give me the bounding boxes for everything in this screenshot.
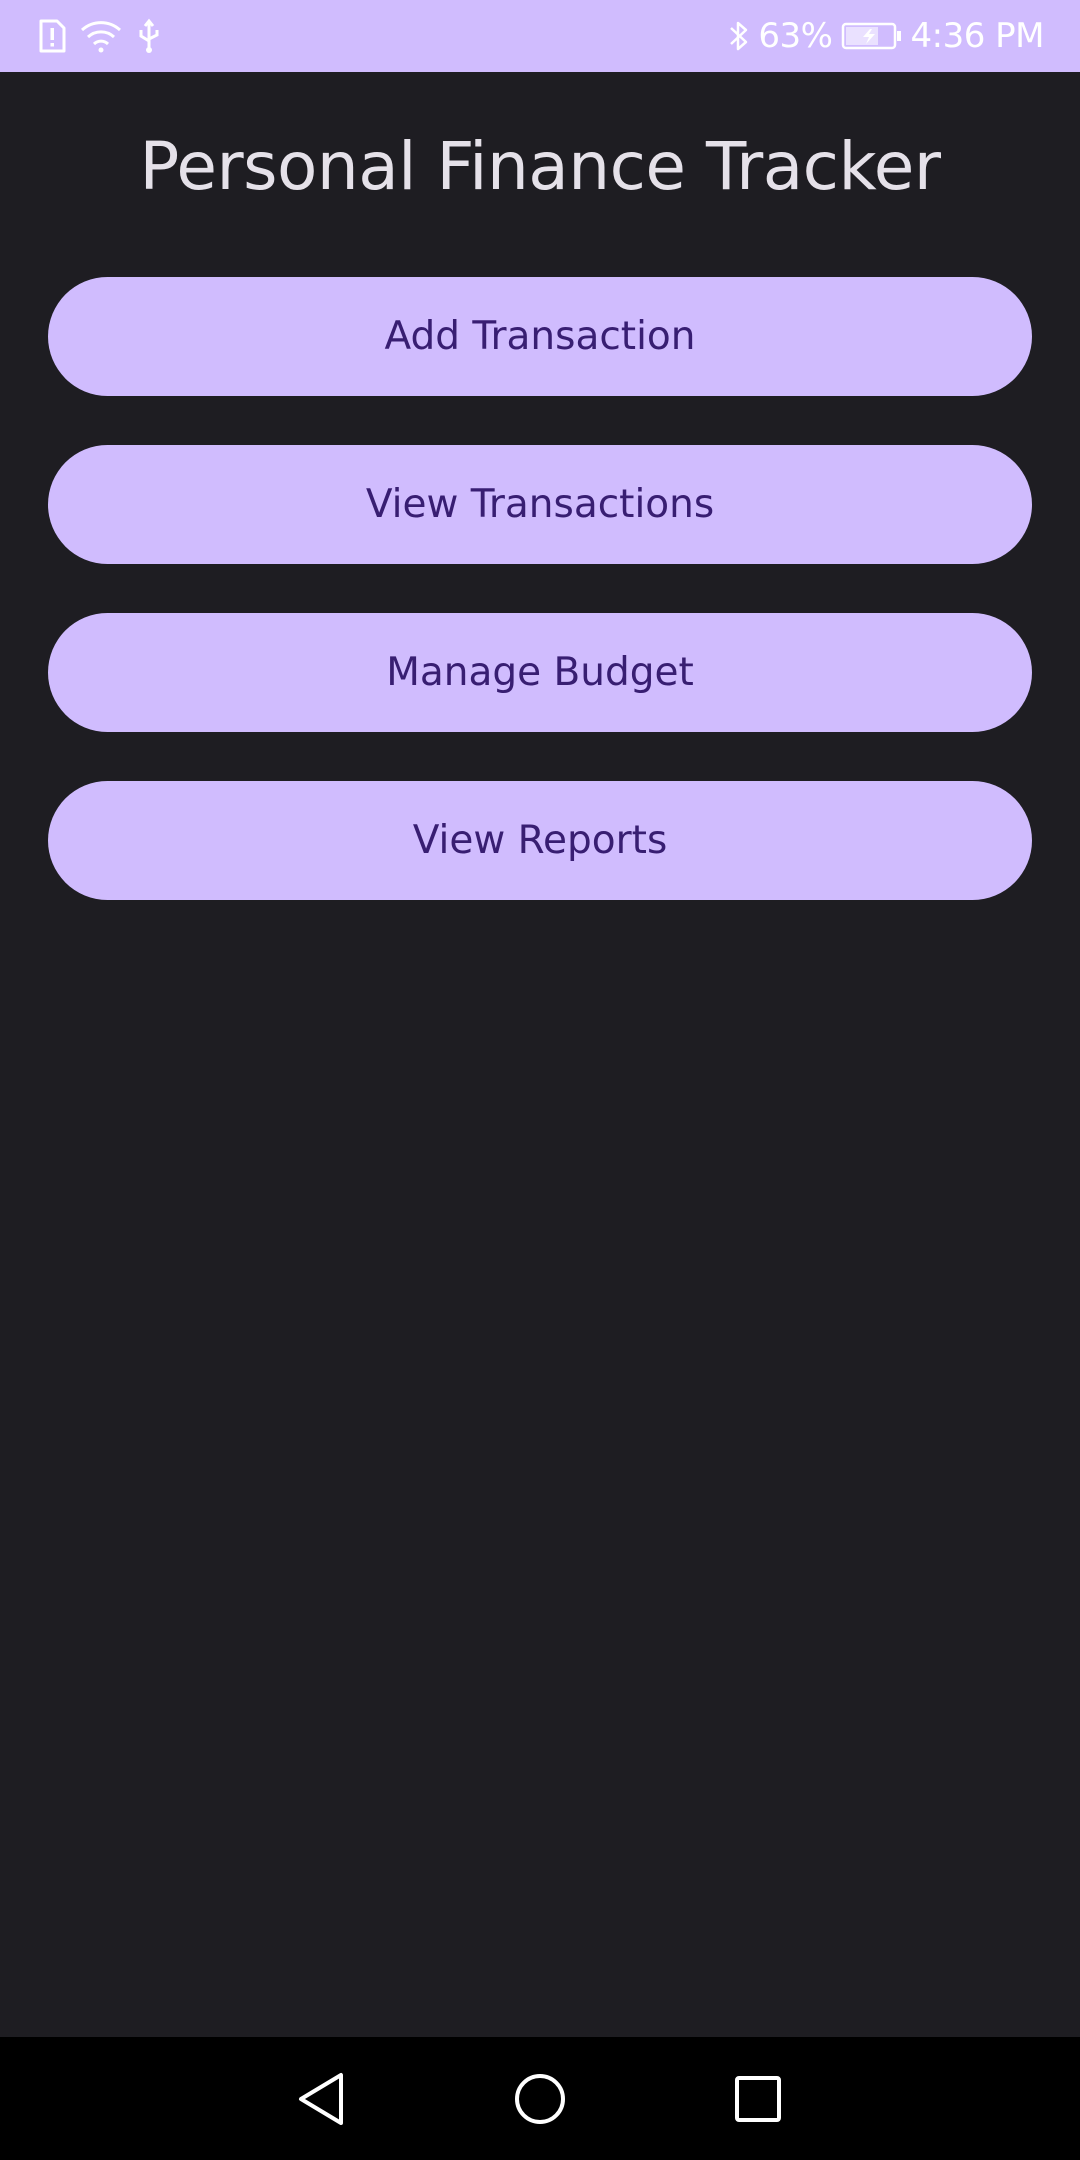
view-transactions-button[interactable]: View Transactions (48, 445, 1032, 564)
recents-icon (733, 2074, 783, 2124)
home-icon (513, 2072, 567, 2126)
back-button[interactable] (277, 2054, 367, 2144)
clock: 4:36 PM (910, 16, 1045, 56)
status-right-icons: 63% 4:36 PM (728, 16, 1044, 56)
usb-icon (136, 18, 162, 54)
wifi-icon (80, 19, 122, 53)
home-button[interactable] (495, 2054, 585, 2144)
status-bar: 63% 4:36 PM (0, 0, 1080, 72)
manage-budget-button[interactable]: Manage Budget (48, 613, 1032, 732)
bluetooth-icon (728, 18, 750, 54)
recents-button[interactable] (713, 2054, 803, 2144)
battery-percent: 63% (758, 16, 833, 56)
battery-charging-icon (841, 21, 903, 51)
sim-alert-icon (38, 19, 66, 53)
view-reports-button[interactable]: View Reports (48, 781, 1032, 900)
add-transaction-button[interactable]: Add Transaction (48, 277, 1032, 396)
page-title: Personal Finance Tracker (139, 128, 941, 205)
main-menu: Add Transaction View Transactions Manage… (48, 277, 1032, 900)
screen: 63% 4:36 PM Personal Finance Tracker Add… (0, 0, 1080, 2160)
status-left-icons (38, 18, 162, 54)
navigation-bar (0, 2037, 1080, 2160)
back-icon (297, 2072, 347, 2126)
